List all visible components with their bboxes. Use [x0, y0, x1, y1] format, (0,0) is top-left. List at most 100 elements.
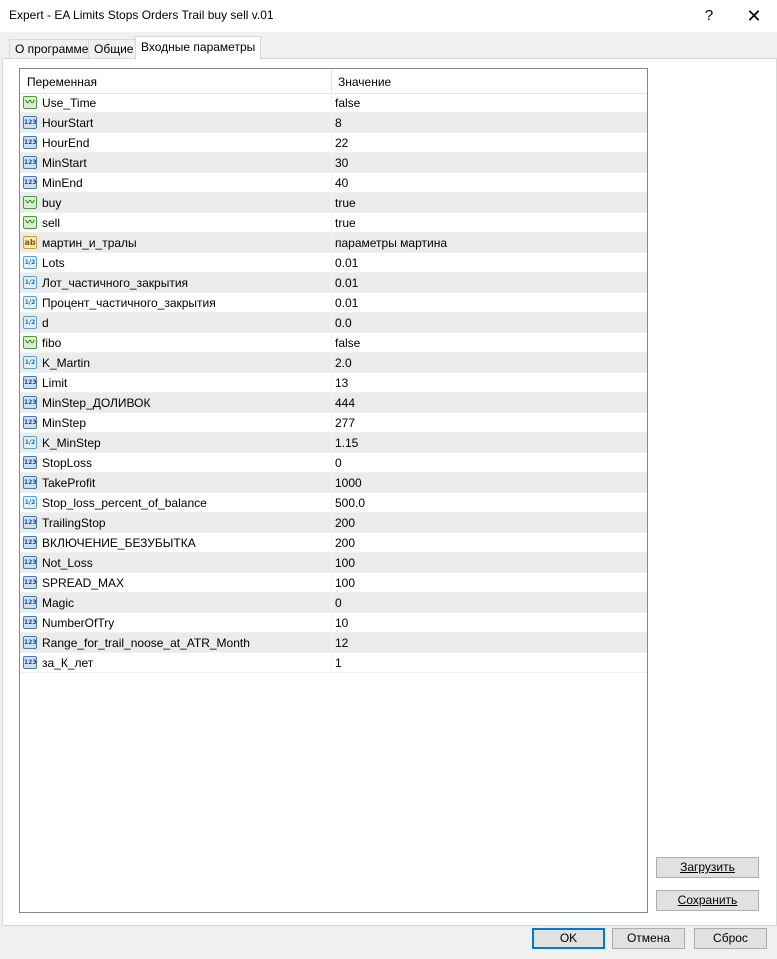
table-row[interactable]: 123 TrailingStop 200 — [20, 513, 647, 533]
param-value[interactable]: 10 — [335, 616, 348, 630]
param-value[interactable]: 0.0 — [335, 316, 352, 330]
param-name: Range_for_trail_noose_at_ATR_Month — [42, 636, 250, 650]
param-value[interactable]: 22 — [335, 136, 348, 150]
param-name: Lots — [42, 256, 65, 270]
param-name: Процент_частичного_закрытия — [42, 296, 216, 310]
cell-divider — [331, 133, 332, 152]
param-value[interactable]: 100 — [335, 576, 355, 590]
cell-divider — [331, 353, 332, 372]
table-row[interactable]: 1/2 Лот_частичного_закрытия 0.01 — [20, 273, 647, 293]
tab-common[interactable]: Общие — [88, 39, 140, 59]
param-value[interactable]: 200 — [335, 536, 355, 550]
param-value[interactable]: 1000 — [335, 476, 362, 490]
column-header-value[interactable]: Значение — [338, 75, 391, 89]
table-row[interactable]: 123 MinStep_ДОЛИВОК 444 — [20, 393, 647, 413]
double-type-icon: 1/2 — [23, 496, 37, 509]
column-header-variable[interactable]: Переменная — [27, 75, 97, 89]
param-value[interactable]: 0 — [335, 596, 342, 610]
table-row[interactable]: 123 Limit 13 — [20, 373, 647, 393]
table-row[interactable]: 1/2 K_MinStep 1.15 — [20, 433, 647, 453]
double-type-icon: 1/2 — [23, 276, 37, 289]
table-row[interactable]: 123 SPREAD_MAX 100 — [20, 573, 647, 593]
param-value[interactable]: 0.01 — [335, 276, 358, 290]
table-row[interactable]: 123 ВКЛЮЧЕНИЕ_БЕЗУБЫТКА 200 — [20, 533, 647, 553]
table-row[interactable]: 123 за_К_лет 1 — [20, 653, 647, 673]
param-value[interactable]: false — [335, 336, 360, 350]
table-row[interactable]: 123 Magic 0 — [20, 593, 647, 613]
tab-inputs[interactable]: Входные параметры — [135, 36, 262, 60]
table-row[interactable]: 123 HourStart 8 — [20, 113, 647, 133]
param-value[interactable]: 500.0 — [335, 496, 365, 510]
table-row[interactable]: 123 Not_Loss 100 — [20, 553, 647, 573]
cancel-button[interactable]: Отмена — [612, 928, 685, 949]
table-row[interactable]: 123 NumberOfTry 10 — [20, 613, 647, 633]
cell-divider — [331, 573, 332, 592]
cell-divider — [331, 453, 332, 472]
integer-type-icon: 123 — [23, 476, 37, 489]
table-row[interactable]: 〰 fibo false — [20, 333, 647, 353]
cell-divider — [331, 473, 332, 492]
table-row[interactable]: 1/2 d 0.0 — [20, 313, 647, 333]
param-value[interactable]: true — [335, 216, 356, 230]
table-row[interactable]: 1/2 Stop_loss_percent_of_balance 500.0 — [20, 493, 647, 513]
bool-type-icon: 〰 — [23, 216, 37, 229]
param-value[interactable]: 12 — [335, 636, 348, 650]
table-row[interactable]: 〰 sell true — [20, 213, 647, 233]
load-button[interactable]: Загрузить — [656, 857, 759, 878]
reset-button[interactable]: Сброс — [694, 928, 767, 949]
bool-type-icon: 〰 — [23, 336, 37, 349]
table-row[interactable]: 123 MinStep 277 — [20, 413, 647, 433]
param-name: мартин_и_тралы — [42, 236, 137, 250]
column-divider[interactable] — [331, 69, 332, 93]
integer-type-icon: 123 — [23, 616, 37, 629]
param-value[interactable]: 277 — [335, 416, 355, 430]
integer-type-icon: 123 — [23, 156, 37, 169]
table-row[interactable]: 123 TakeProfit 1000 — [20, 473, 647, 493]
table-row[interactable]: 123 MinEnd 40 — [20, 173, 647, 193]
cell-divider — [331, 253, 332, 272]
param-name: buy — [42, 196, 62, 210]
table-row[interactable]: 〰 buy true — [20, 193, 647, 213]
param-value[interactable]: 30 — [335, 156, 348, 170]
param-name: TakeProfit — [42, 476, 96, 490]
save-button[interactable]: Сохранить — [656, 890, 759, 911]
integer-type-icon: 123 — [23, 596, 37, 609]
param-value[interactable]: 0 — [335, 456, 342, 470]
param-value[interactable]: 1.15 — [335, 436, 358, 450]
title-bar: Expert - EA Limits Stops Orders Trail bu… — [0, 0, 777, 32]
table-row[interactable]: 1/2 Процент_частичного_закрытия 0.01 — [20, 293, 647, 313]
param-value[interactable]: параметры мартина — [335, 236, 447, 250]
integer-type-icon: 123 — [23, 376, 37, 389]
table-row[interactable]: 1/2 Lots 0.01 — [20, 253, 647, 273]
bool-type-icon: 〰 — [23, 196, 37, 209]
table-row[interactable]: 〰 Use_Time false — [20, 93, 647, 113]
param-value[interactable]: 13 — [335, 376, 348, 390]
param-value[interactable]: false — [335, 96, 360, 110]
param-name: Stop_loss_percent_of_balance — [42, 496, 207, 510]
param-value[interactable]: 444 — [335, 396, 355, 410]
param-value[interactable]: 0.01 — [335, 296, 358, 310]
integer-type-icon: 123 — [23, 456, 37, 469]
table-row[interactable]: ab мартин_и_тралы параметры мартина — [20, 233, 647, 253]
table-row[interactable]: 123 StopLoss 0 — [20, 453, 647, 473]
param-value[interactable]: 100 — [335, 556, 355, 570]
tab-about[interactable]: О программе — [9, 39, 95, 59]
table-row[interactable]: 123 HourEnd 22 — [20, 133, 647, 153]
param-value[interactable]: 2.0 — [335, 356, 352, 370]
integer-type-icon: 123 — [23, 536, 37, 549]
param-name: SPREAD_MAX — [42, 576, 125, 590]
help-button[interactable]: ? — [686, 0, 732, 32]
param-value[interactable]: 0.01 — [335, 256, 358, 270]
param-value[interactable]: 200 — [335, 516, 355, 530]
table-row[interactable]: 123 MinStart 30 — [20, 153, 647, 173]
ok-button[interactable]: OK — [532, 928, 605, 949]
param-value[interactable]: 8 — [335, 116, 342, 130]
table-row[interactable]: 1/2 K_Martin 2.0 — [20, 353, 647, 373]
param-value[interactable]: true — [335, 196, 356, 210]
param-value[interactable]: 1 — [335, 656, 342, 670]
param-value[interactable]: 40 — [335, 176, 348, 190]
param-name: fibo — [42, 336, 62, 350]
table-row[interactable]: 123 Range_for_trail_noose_at_ATR_Month 12 — [20, 633, 647, 653]
close-button[interactable]: ✕ — [731, 0, 777, 32]
cell-divider — [331, 153, 332, 172]
